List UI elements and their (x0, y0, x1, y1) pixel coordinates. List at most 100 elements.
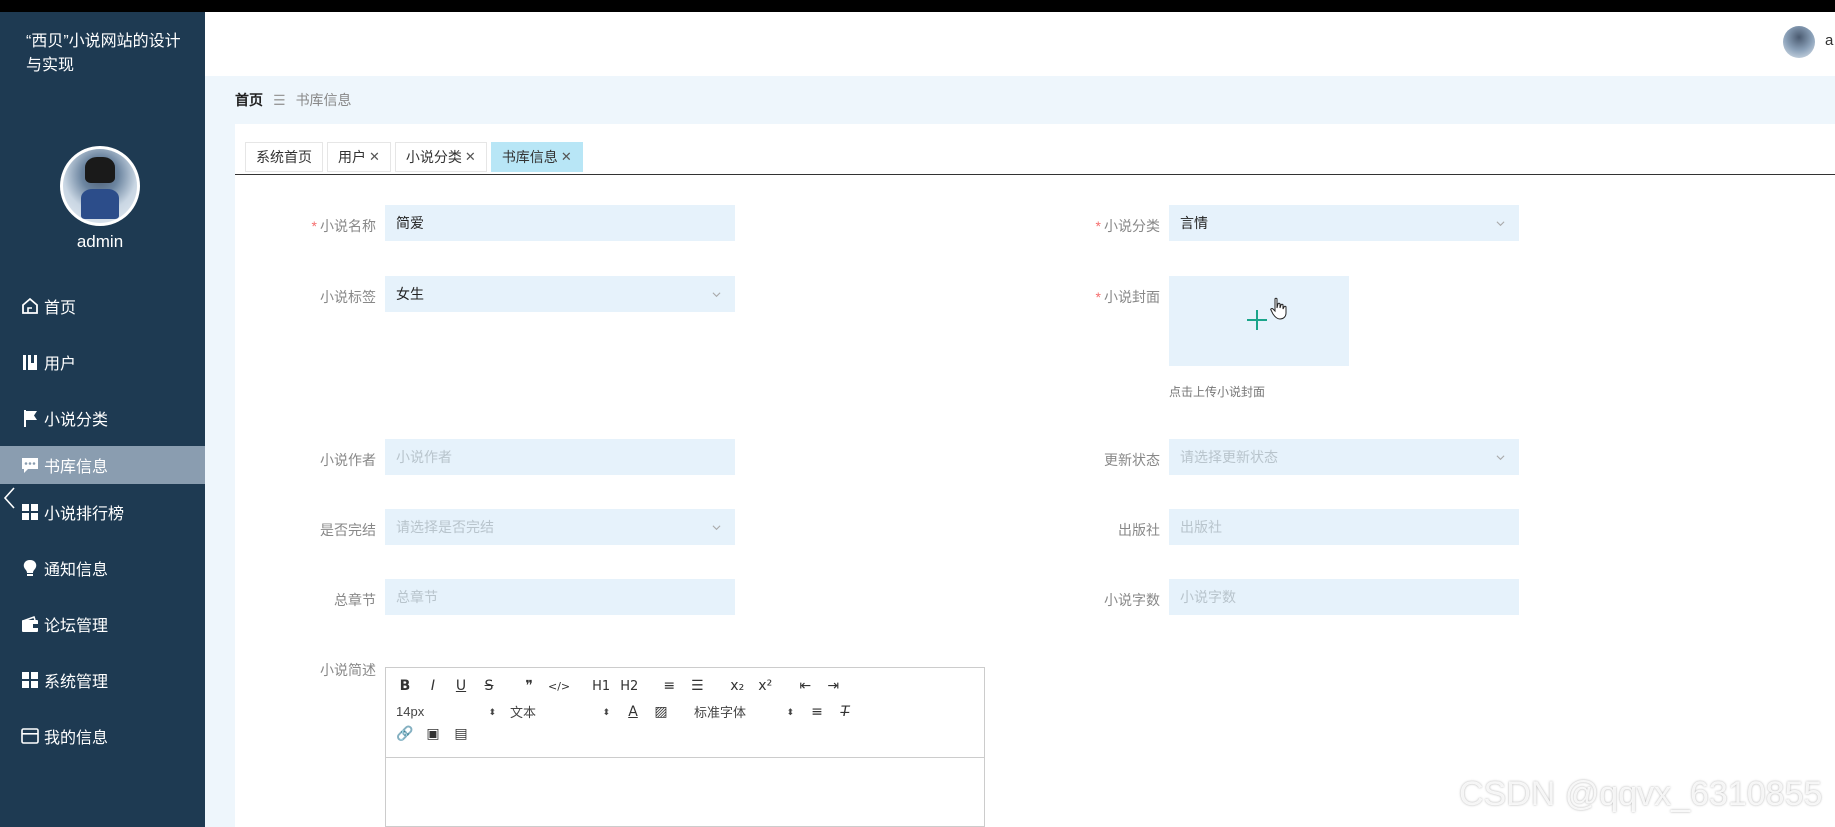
font-size-select[interactable]: 14px ⬍ (396, 704, 496, 719)
link-icon[interactable]: 🔗 (396, 726, 414, 742)
description-editor: B I U S ❞ </> H1 H2 ≡ ☰ x₂ x² ⇤ ⇥ 14px ⬍… (385, 667, 985, 827)
category-label: * 小说分类 (1095, 218, 1160, 234)
tab-library[interactable]: 书库信息 ✕ (490, 142, 583, 172)
select-arrows-icon: ⬍ (602, 706, 610, 717)
heading1-icon[interactable]: H1 (592, 679, 610, 694)
sidebar-item-label: 论坛管理 (44, 618, 109, 635)
category-select[interactable]: 言情 (1169, 205, 1519, 241)
header-user-name[interactable]: a (1825, 32, 1833, 49)
update-status-select[interactable]: 请选择更新状态 (1169, 439, 1519, 475)
editor-toolbar-row-2: 14px ⬍ 文本 ⬍ A ▨ 标准字体 ⬍ ≡ T̶ (396, 702, 864, 721)
sidebar-item-forum[interactable]: 论坛管理 (0, 596, 205, 652)
sidebar-item-label: 小说排行榜 (44, 506, 125, 523)
header-avatar[interactable] (1783, 26, 1815, 58)
sidebar-item-system[interactable]: 系统管理 (0, 652, 205, 708)
tab-category[interactable]: 小说分类 ✕ (394, 142, 487, 172)
plus-icon (1247, 310, 1267, 330)
outdent-icon[interactable]: ⇤ (796, 678, 814, 694)
top-black-bar (0, 0, 1835, 12)
tab-label: 系统首页 (256, 149, 312, 165)
cover-upload-hint: 点击上传小说封面 (1169, 385, 1266, 399)
tab-system-home[interactable]: 系统首页 (245, 142, 323, 172)
bold-icon[interactable]: B (396, 678, 414, 694)
category-value: 言情 (1180, 215, 1208, 231)
close-icon[interactable]: ✕ (561, 142, 572, 172)
user-name: admin (76, 232, 124, 251)
breadcrumb-home[interactable]: 首页 (235, 90, 263, 110)
sidebar-item-users[interactable]: 用户 (0, 334, 205, 390)
tab-users[interactable]: 用户 ✕ (327, 142, 391, 172)
indent-icon[interactable]: ⇥ (824, 678, 842, 694)
avatar[interactable] (60, 146, 140, 226)
font-family-select[interactable]: 标准字体 ⬍ (694, 702, 794, 721)
name-label: * 小说名称 (311, 218, 376, 234)
tag-select[interactable]: 女生 (385, 276, 735, 312)
italic-icon[interactable]: I (424, 678, 442, 694)
chevron-down-icon (712, 292, 721, 298)
blockquote-icon[interactable]: ❞ (520, 678, 538, 694)
text-style-value: 文本 (510, 705, 537, 720)
subscript-icon[interactable]: x₂ (728, 678, 746, 694)
strikethrough-icon[interactable]: S (480, 678, 498, 694)
clear-format-icon[interactable]: T̶ (836, 704, 854, 720)
sidebar-item-ranking[interactable]: 小说排行榜 (0, 484, 205, 540)
sidebar-item-category[interactable]: 小说分类 (0, 390, 205, 446)
font-family-value: 标准字体 (694, 705, 747, 720)
chevron-down-icon (1496, 221, 1505, 227)
font-color-icon[interactable]: A (624, 704, 642, 720)
bulb-icon (20, 558, 40, 578)
app-title: “西贝”小说网站的设计与实现 (26, 33, 181, 74)
sidebar-item-profile[interactable]: 我的信息 (0, 708, 205, 764)
sidebar-item-label: 小说分类 (44, 412, 109, 429)
flag-icon (20, 408, 40, 428)
book-icon (20, 352, 40, 372)
underline-icon[interactable]: U (452, 678, 470, 694)
image-icon[interactable]: ▣ (424, 726, 442, 742)
text-style-select[interactable]: 文本 ⬍ (510, 702, 610, 721)
finished-select[interactable]: 请选择是否完结 (385, 509, 735, 545)
tab-bar: 系统首页 用户 ✕ 小说分类 ✕ 书库信息 ✕ (245, 142, 587, 172)
card-icon (20, 726, 40, 746)
sidebar-item-label: 通知信息 (44, 562, 109, 579)
sidebar-item-library[interactable]: 书库信息 (0, 446, 205, 484)
collapse-sidebar-icon[interactable] (2, 486, 16, 510)
name-input[interactable]: 简爱 (385, 205, 735, 241)
sidebar-item-label: 用户 (44, 356, 77, 373)
wallet-icon (20, 614, 40, 634)
grid-icon (20, 502, 40, 522)
sidebar-item-notice[interactable]: 通知信息 (0, 540, 205, 596)
cover-label: * 小说封面 (1095, 289, 1160, 305)
chapters-input[interactable]: 总章节 (385, 579, 735, 615)
close-icon[interactable]: ✕ (369, 142, 380, 172)
background-color-icon[interactable]: ▨ (652, 704, 670, 720)
editor-content[interactable] (386, 758, 984, 826)
tab-divider (235, 174, 1835, 175)
hand-cursor-icon (1270, 297, 1287, 320)
editor-toolbar: B I U S ❞ </> H1 H2 ≡ ☰ x₂ x² ⇤ ⇥ 14px ⬍… (386, 668, 984, 758)
code-icon[interactable]: </> (548, 680, 570, 693)
author-input[interactable]: 小说作者 (385, 439, 735, 475)
author-label: 小说作者 (320, 452, 376, 468)
cover-upload[interactable] (1169, 276, 1349, 366)
breadcrumb-current: 书库信息 (295, 92, 352, 108)
chevron-down-icon (1496, 455, 1505, 461)
sidebar-item-label: 书库信息 (44, 459, 109, 476)
superscript-icon[interactable]: x² (756, 678, 774, 694)
chapters-label: 总章节 (334, 592, 376, 608)
chat-icon (20, 455, 40, 475)
description-label: 小说简述 (320, 662, 376, 678)
bullet-list-icon[interactable]: ☰ (688, 678, 706, 694)
video-icon[interactable]: ▤ (452, 726, 470, 742)
sidebar-item-home[interactable]: 首页 (0, 278, 205, 334)
tag-label: 小说标签 (320, 289, 376, 305)
heading2-icon[interactable]: H2 (620, 679, 638, 694)
word-count-input[interactable]: 小说字数 (1169, 579, 1519, 615)
align-icon[interactable]: ≡ (808, 704, 826, 720)
select-arrows-icon: ⬍ (786, 706, 794, 717)
editor-toolbar-row-3: 🔗 ▣ ▤ (396, 726, 480, 742)
tab-label: 用户 (338, 149, 366, 165)
ordered-list-icon[interactable]: ≡ (660, 678, 678, 694)
publisher-input[interactable]: 出版社 (1169, 509, 1519, 545)
update-status-placeholder: 请选择更新状态 (1180, 449, 1278, 465)
close-icon[interactable]: ✕ (465, 142, 476, 172)
